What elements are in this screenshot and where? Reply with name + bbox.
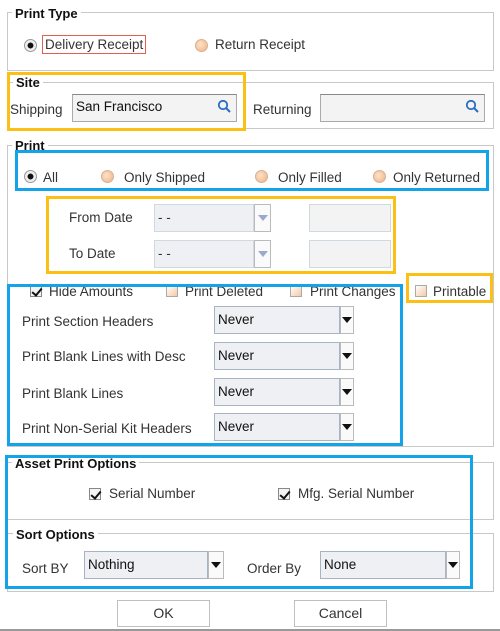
search-icon[interactable]	[465, 99, 479, 113]
returning-label: Returning	[253, 102, 312, 117]
return-receipt-radio[interactable]	[195, 39, 208, 52]
delivery-receipt-label[interactable]: Delivery Receipt	[42, 35, 147, 54]
asset-sort-highlight	[5, 455, 473, 589]
site-highlight	[7, 72, 246, 131]
return-receipt-label[interactable]: Return Receipt	[215, 37, 305, 52]
date-range-highlight	[46, 196, 396, 274]
ok-button[interactable]: OK	[117, 600, 210, 627]
returning-input[interactable]	[320, 94, 485, 122]
print-options-highlight	[15, 150, 489, 191]
printable-highlight	[406, 273, 493, 303]
print-type-title: Print Type	[12, 6, 81, 21]
delivery-receipt-radio[interactable]	[24, 39, 37, 52]
print-settings-highlight	[7, 284, 403, 446]
cancel-button[interactable]: Cancel	[294, 600, 387, 627]
